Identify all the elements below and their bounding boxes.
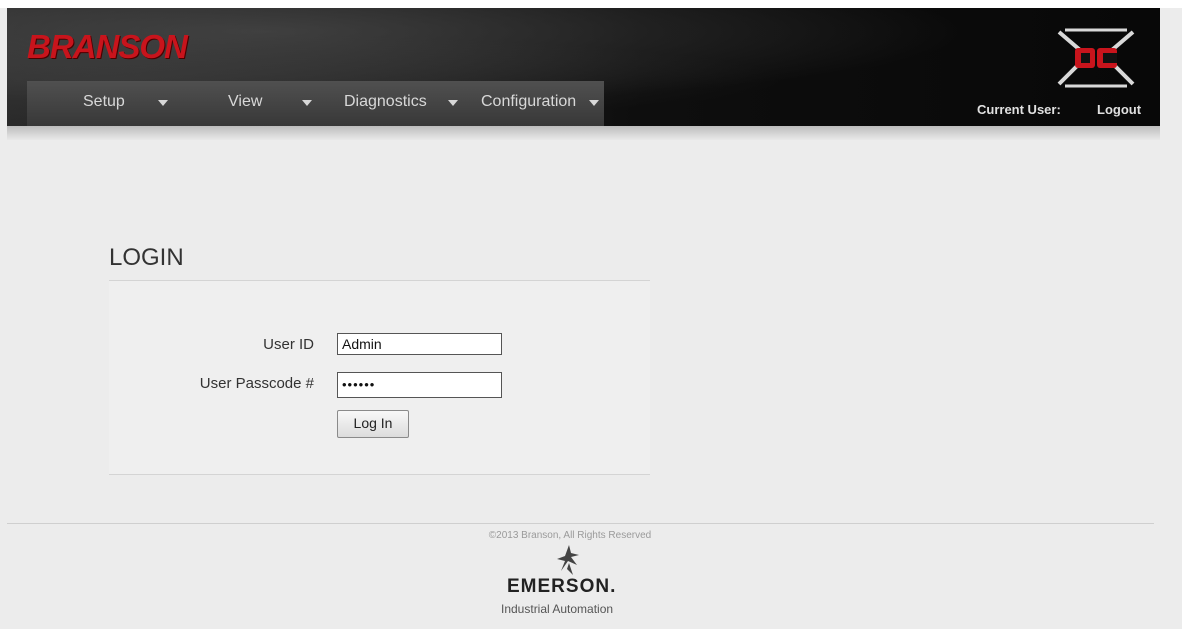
emerson-wordmark: EMERSON. bbox=[507, 576, 617, 597]
passcode-label: User Passcode # bbox=[199, 375, 314, 392]
nav-configuration[interactable]: Configuration bbox=[481, 81, 576, 126]
passcode-input[interactable]: •••••• bbox=[337, 372, 502, 398]
nav-setup[interactable]: Setup bbox=[83, 81, 125, 126]
emerson-division: Industrial Automation bbox=[501, 602, 614, 616]
current-user-label: Current User: bbox=[977, 102, 1061, 117]
logout-link[interactable]: Logout bbox=[1097, 102, 1141, 117]
caret-down-icon[interactable] bbox=[302, 100, 312, 106]
login-button[interactable]: Log In bbox=[337, 410, 409, 438]
nav-diagnostics[interactable]: Diagnostics bbox=[344, 81, 427, 126]
user-id-label: User ID bbox=[263, 336, 314, 353]
app-header: BRANSON Setup View Diagnostics Configura… bbox=[7, 8, 1160, 126]
caret-down-icon[interactable] bbox=[158, 100, 168, 106]
dc-x-logo-icon bbox=[1057, 28, 1135, 88]
branson-logo: BRANSON bbox=[27, 28, 188, 65]
caret-down-icon[interactable] bbox=[589, 100, 599, 106]
caret-down-icon[interactable] bbox=[448, 100, 458, 106]
emerson-logo-icon bbox=[557, 545, 579, 575]
login-title: LOGIN bbox=[109, 244, 184, 271]
nav-setup-label: Setup bbox=[83, 93, 125, 110]
main-nav: Setup View Diagnostics Configuration bbox=[27, 81, 604, 126]
user-id-input[interactable] bbox=[337, 333, 502, 355]
footer-divider bbox=[7, 523, 1154, 524]
nav-configuration-label: Configuration bbox=[481, 93, 577, 110]
header-shadow bbox=[7, 126, 1160, 140]
copyright-text: ©2013 Branson, All Rights Reserved bbox=[488, 530, 652, 541]
top-strip bbox=[0, 0, 1182, 8]
nav-view[interactable]: View bbox=[228, 81, 262, 126]
nav-view-label: View bbox=[228, 93, 263, 110]
nav-diagnostics-label: Diagnostics bbox=[344, 93, 427, 110]
